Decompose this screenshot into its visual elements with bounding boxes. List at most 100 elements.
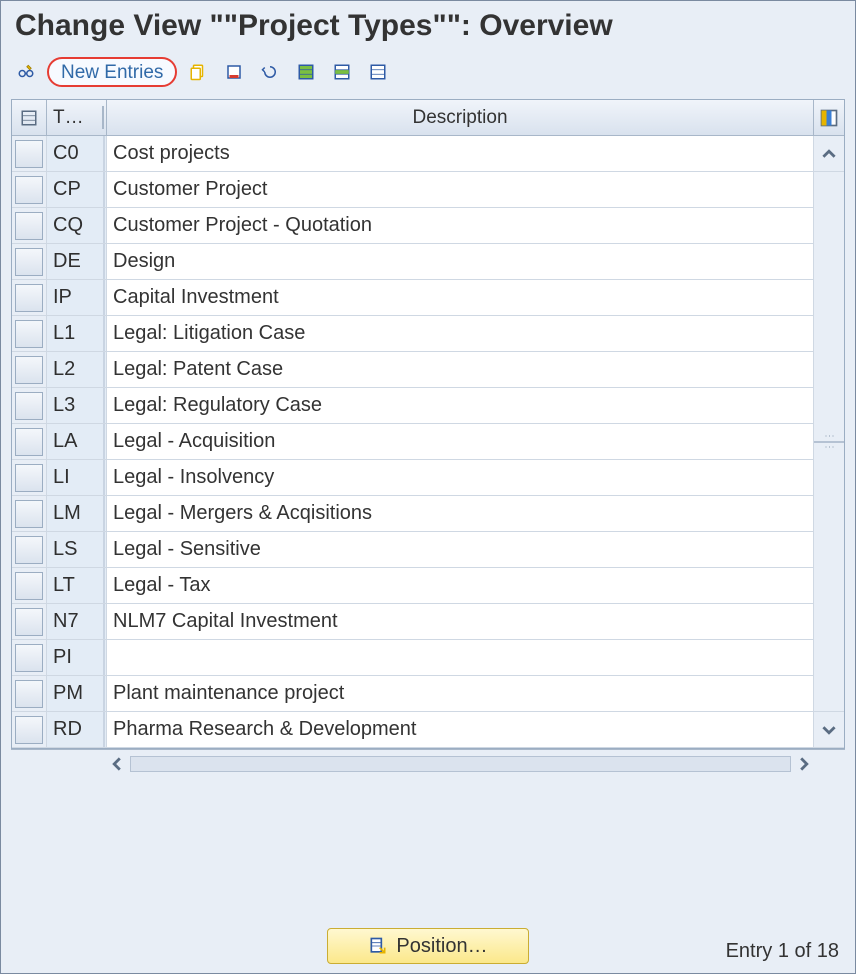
row-select-button[interactable] [15, 680, 43, 708]
table-settings-header[interactable] [814, 100, 844, 136]
description-cell[interactable]: Pharma Research & Development [107, 712, 814, 748]
row-selector[interactable] [12, 532, 47, 568]
row-selector[interactable] [12, 172, 47, 208]
type-code-cell[interactable]: N7 [47, 604, 107, 640]
row-selector[interactable] [12, 388, 47, 424]
description-cell[interactable]: Legal - Acquisition [107, 424, 814, 460]
description-cell[interactable]: Legal - Insolvency [107, 460, 814, 496]
row-selector[interactable] [12, 604, 47, 640]
row-select-button[interactable] [15, 176, 43, 204]
type-code-cell[interactable]: LM [47, 496, 107, 532]
row-selector[interactable] [12, 136, 47, 172]
type-code-cell[interactable]: LS [47, 532, 107, 568]
row-selector[interactable] [12, 244, 47, 280]
description-cell[interactable]: Legal - Tax [107, 568, 814, 604]
description-cell[interactable]: Legal: Patent Case [107, 352, 814, 388]
description-cell[interactable]: Legal: Litigation Case [107, 316, 814, 352]
type-code-cell[interactable]: PM [47, 676, 107, 712]
undo-change-button[interactable] [255, 57, 285, 87]
toggle-display-change-button[interactable] [11, 57, 41, 87]
delete-button[interactable] [219, 57, 249, 87]
column-header-type[interactable]: T… [47, 100, 107, 136]
row-select-button[interactable] [15, 716, 43, 744]
type-code-cell[interactable]: LA [47, 424, 107, 460]
select-all-icon [297, 61, 315, 83]
row-selector[interactable] [12, 496, 47, 532]
copy-as-button[interactable] [183, 57, 213, 87]
type-code-cell[interactable]: C0 [47, 136, 107, 172]
undo-icon [261, 61, 279, 83]
scroll-up-button[interactable] [814, 136, 844, 172]
position-button[interactable]: Position… [327, 928, 528, 964]
page-title: Change View ""Project Types"": Overview [1, 1, 855, 53]
type-code-cell[interactable]: L3 [47, 388, 107, 424]
row-select-button[interactable] [15, 284, 43, 312]
row-select-button[interactable] [15, 392, 43, 420]
row-select-button[interactable] [15, 248, 43, 276]
type-code-cell[interactable]: L2 [47, 352, 107, 388]
type-code-cell[interactable]: L1 [47, 316, 107, 352]
select-all-button[interactable] [291, 57, 321, 87]
type-code-cell[interactable]: DE [47, 244, 107, 280]
scroll-right-icon[interactable] [797, 757, 811, 771]
row-select-button[interactable] [15, 212, 43, 240]
description-cell[interactable]: Customer Project [107, 172, 814, 208]
deselect-all-icon [369, 61, 387, 83]
row-selector[interactable] [12, 460, 47, 496]
description-cell[interactable] [107, 640, 814, 676]
delete-icon [225, 61, 243, 83]
description-cell[interactable]: Cost projects [107, 136, 814, 172]
row-selector[interactable] [12, 316, 47, 352]
select-all-rows-header[interactable] [12, 100, 47, 136]
scroll-track[interactable] [130, 756, 791, 772]
scroll-down-button[interactable] [814, 712, 844, 748]
new-entries-button[interactable]: New Entries [47, 57, 177, 87]
description-cell[interactable]: Design [107, 244, 814, 280]
type-code-cell[interactable]: PI [47, 640, 107, 676]
row-select-button[interactable] [15, 428, 43, 456]
description-cell[interactable]: Legal - Sensitive [107, 532, 814, 568]
row-selector[interactable] [12, 712, 47, 748]
row-select-button[interactable] [15, 500, 43, 528]
row-selector[interactable] [12, 424, 47, 460]
description-cell[interactable]: Legal: Regulatory Case [107, 388, 814, 424]
table-config-icon [819, 108, 839, 128]
row-selector[interactable] [12, 208, 47, 244]
description-cell[interactable]: NLM7 Capital Investment [107, 604, 814, 640]
project-types-grid: T… Description C0Cost projectsCPCustomer… [11, 99, 845, 749]
description-cell[interactable]: Legal - Mergers & Acqisitions [107, 496, 814, 532]
row-select-button[interactable] [15, 536, 43, 564]
row-select-button[interactable] [15, 644, 43, 672]
description-cell[interactable]: Plant maintenance project [107, 676, 814, 712]
row-selector[interactable] [12, 676, 47, 712]
copy-icon [189, 61, 207, 83]
deselect-all-button[interactable] [363, 57, 393, 87]
type-code-cell[interactable]: LI [47, 460, 107, 496]
row-select-button[interactable] [15, 572, 43, 600]
row-selector[interactable] [12, 568, 47, 604]
position-icon [368, 936, 388, 956]
position-label: Position… [396, 935, 487, 958]
row-selector[interactable] [12, 640, 47, 676]
type-code-cell[interactable]: IP [47, 280, 107, 316]
row-select-button[interactable] [15, 140, 43, 168]
select-block-button[interactable] [327, 57, 357, 87]
type-code-cell[interactable]: RD [47, 712, 107, 748]
row-select-button[interactable] [15, 320, 43, 348]
row-select-button[interactable] [15, 608, 43, 636]
column-header-description[interactable]: Description [107, 100, 814, 136]
vertical-scroll-track[interactable]: ⋮⋮ [814, 172, 844, 712]
row-selector[interactable] [12, 280, 47, 316]
row-select-button[interactable] [15, 356, 43, 384]
sap-window: Change View ""Project Types"": Overview … [0, 0, 856, 974]
type-code-cell[interactable]: LT [47, 568, 107, 604]
row-selector[interactable] [12, 352, 47, 388]
row-select-button[interactable] [15, 464, 43, 492]
description-cell[interactable]: Customer Project - Quotation [107, 208, 814, 244]
type-code-cell[interactable]: CQ [47, 208, 107, 244]
description-cell[interactable]: Capital Investment [107, 280, 814, 316]
type-code-cell[interactable]: CP [47, 172, 107, 208]
scroll-left-icon[interactable] [110, 757, 124, 771]
glasses-pencil-icon [17, 60, 35, 84]
horizontal-scrollbar[interactable] [11, 749, 845, 777]
